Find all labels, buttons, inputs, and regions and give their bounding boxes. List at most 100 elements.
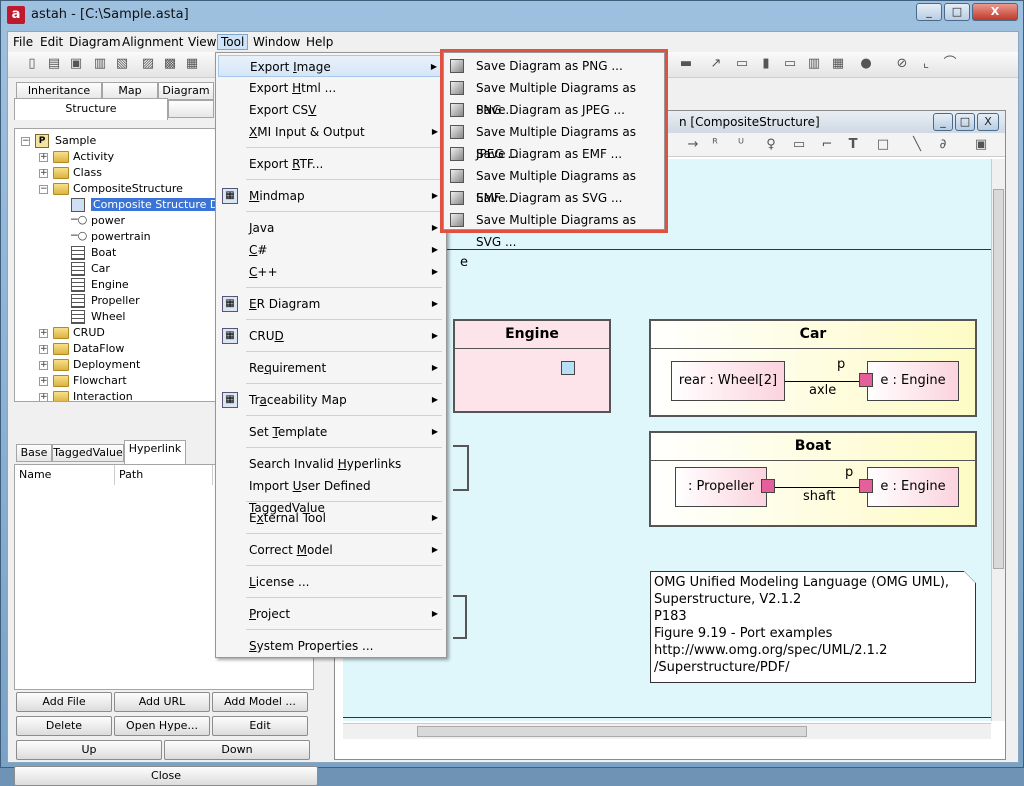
tree-node[interactable]: Sample — [55, 133, 96, 149]
up-button[interactable]: Up — [16, 740, 162, 760]
tree-node[interactable]: CRUD — [73, 325, 105, 341]
tab-hidden[interactable] — [168, 100, 214, 118]
open-hyperlink-button[interactable]: Open Hype... — [114, 716, 210, 736]
tree-node[interactable]: Flowchart — [73, 373, 127, 389]
add-model-button[interactable]: Add Model ... — [212, 692, 308, 712]
tool-menu-item[interactable]: Search Invalid Hyperlinks — [218, 453, 444, 475]
minimize-button[interactable]: _ — [916, 3, 942, 21]
curve-tool-icon[interactable]: ∂ — [935, 137, 951, 153]
tool-menu-item[interactable]: Traceability Map ▦ ▶ — [218, 389, 444, 411]
edit-button[interactable]: Edit — [212, 716, 308, 736]
tool-menu-item[interactable]: Import User Defined TaggedValue — [218, 475, 444, 515]
tree-expander[interactable]: + — [39, 153, 48, 162]
menu-help[interactable]: Help — [303, 34, 336, 50]
partial-class-box[interactable] — [453, 445, 469, 491]
tree-expander[interactable]: + — [39, 361, 48, 370]
tree-expander[interactable]: + — [39, 377, 48, 386]
tool-menu-item[interactable]: Java ▶ — [218, 217, 444, 239]
tree-node[interactable]: Activity — [73, 149, 114, 165]
partial-class-box-2[interactable] — [453, 595, 467, 639]
tab-hyperlink[interactable]: Hyperlink — [124, 440, 186, 464]
tree-node[interactable]: powertrain — [91, 229, 151, 245]
menu-file[interactable]: File — [10, 34, 36, 50]
line-shape-icon[interactable]: ⌒ — [942, 56, 958, 72]
tool-menu-item[interactable]: Mindmap ▦ ▶ — [218, 185, 444, 207]
maximize-button[interactable]: □ — [944, 3, 970, 21]
tool-menu-item[interactable]: Set Template ▶ — [218, 421, 444, 443]
menu-edit[interactable]: Edit — [37, 34, 66, 50]
tab-base[interactable]: Base — [16, 444, 52, 462]
tool-menu-item[interactable]: Export Html ... — [218, 77, 444, 99]
boat-engine-port[interactable] — [859, 479, 873, 493]
layout-icon[interactable]: ▭ — [782, 56, 798, 72]
delete-button[interactable]: Delete — [16, 716, 112, 736]
boat-propeller-port[interactable] — [761, 479, 775, 493]
arrange-icon[interactable]: ▦ — [830, 56, 846, 72]
image-tool-icon[interactable]: ▣ — [973, 137, 989, 153]
menu-tool[interactable]: Tool — [217, 34, 249, 50]
tree-node[interactable]: DataFlow — [73, 341, 124, 357]
save-icon[interactable]: ▣ — [68, 56, 84, 72]
tab-structure[interactable]: Structure — [14, 98, 168, 120]
tool-menu-item[interactable]: Export RTF... — [218, 153, 444, 175]
vertical-scroll-thumb[interactable] — [993, 189, 1004, 569]
note-tool-icon[interactable]: ▭ — [791, 137, 807, 153]
title-bar[interactable]: a astah - [C:\Sample.asta] _ □ X — [1, 1, 1024, 29]
realization-tool-icon[interactable]: ᴿ — [707, 137, 723, 153]
tree-node[interactable]: Interaction — [73, 389, 133, 401]
tree-node[interactable]: power — [91, 213, 125, 229]
tool-menu-item[interactable]: License ... — [218, 571, 444, 593]
horizontal-scrollbar[interactable] — [343, 723, 991, 739]
menu-alignment[interactable]: Alignment — [119, 34, 186, 50]
new-icon[interactable]: ▯ — [24, 56, 40, 72]
distribute-icon[interactable]: ▮ — [758, 56, 774, 72]
tree-node[interactable]: Boat — [91, 245, 116, 261]
car-part-engine[interactable]: e : Engine — [867, 361, 959, 401]
align-icon[interactable]: ▭ — [734, 56, 750, 72]
close-window-button[interactable]: X — [972, 3, 1018, 21]
tool-menu-item[interactable]: Requirement ▶ — [218, 357, 444, 379]
tree-expander[interactable]: + — [39, 393, 48, 401]
print-icon[interactable]: ▥ — [92, 56, 108, 72]
car-part-wheel[interactable]: rear : Wheel[2] — [671, 361, 785, 401]
tool-menu-item[interactable]: C++ ▶ — [218, 261, 444, 283]
column-path[interactable]: Path — [115, 465, 213, 485]
diagram-minimize-button[interactable]: _ — [933, 113, 953, 131]
line-color-icon[interactable]: ▬ — [678, 56, 694, 72]
print-preview-icon[interactable]: ▧ — [114, 56, 130, 72]
column-name[interactable]: Name — [15, 465, 115, 485]
rect-tool-icon[interactable]: □ — [875, 137, 891, 153]
tree-node[interactable]: Car — [91, 261, 110, 277]
menu-view[interactable]: View — [185, 34, 219, 50]
tree-node[interactable]: Propeller — [91, 293, 140, 309]
tool-menu-item[interactable]: XMI Input & Output ▶ — [218, 121, 444, 143]
tree-node[interactable]: Engine — [91, 277, 129, 293]
tool-menu-item[interactable]: Export CSV — [218, 99, 444, 121]
boat-part-propeller[interactable]: : Propeller — [675, 467, 767, 507]
tree-node[interactable]: Class — [73, 165, 102, 181]
no-line-icon[interactable]: ⊘ — [894, 56, 910, 72]
diagram-restore-button[interactable]: □ — [955, 113, 975, 131]
line-tool-icon[interactable]: ╲ — [909, 137, 925, 153]
engine-port[interactable] — [561, 361, 575, 375]
add-url-button[interactable]: Add URL — [114, 692, 210, 712]
tree-expander[interactable]: − — [21, 137, 30, 146]
cut-icon[interactable]: ▦ — [184, 56, 200, 72]
tool-menu-item[interactable]: ER Diagram ▦ ▶ — [218, 293, 444, 315]
tool-menu-item[interactable]: CRUD ▦ ▶ — [218, 325, 444, 347]
menu-diagram[interactable]: Diagram — [66, 34, 124, 50]
anchor-tool-icon[interactable]: ⌐ — [819, 137, 835, 153]
usage-tool-icon[interactable]: ᵁ — [733, 137, 749, 153]
connector-tool-icon[interactable]: → — [685, 137, 701, 153]
axle-connector[interactable] — [785, 381, 859, 382]
boat-class[interactable]: Boat : Propeller e : Engine p shaft — [649, 431, 977, 527]
open-icon[interactable]: ▤ — [46, 56, 62, 72]
menu-window[interactable]: Window — [250, 34, 303, 50]
horizontal-scroll-thumb[interactable] — [417, 726, 807, 737]
tool-menu-item[interactable]: System Properties ... — [218, 635, 444, 657]
tool-menu-item[interactable]: Correct Model ▶ — [218, 539, 444, 561]
tree-expander[interactable]: + — [39, 169, 48, 178]
line-style-icon[interactable]: ⌞ — [918, 56, 934, 72]
grid-icon[interactable]: ▥ — [806, 56, 822, 72]
tree-node[interactable]: Wheel — [91, 309, 125, 325]
